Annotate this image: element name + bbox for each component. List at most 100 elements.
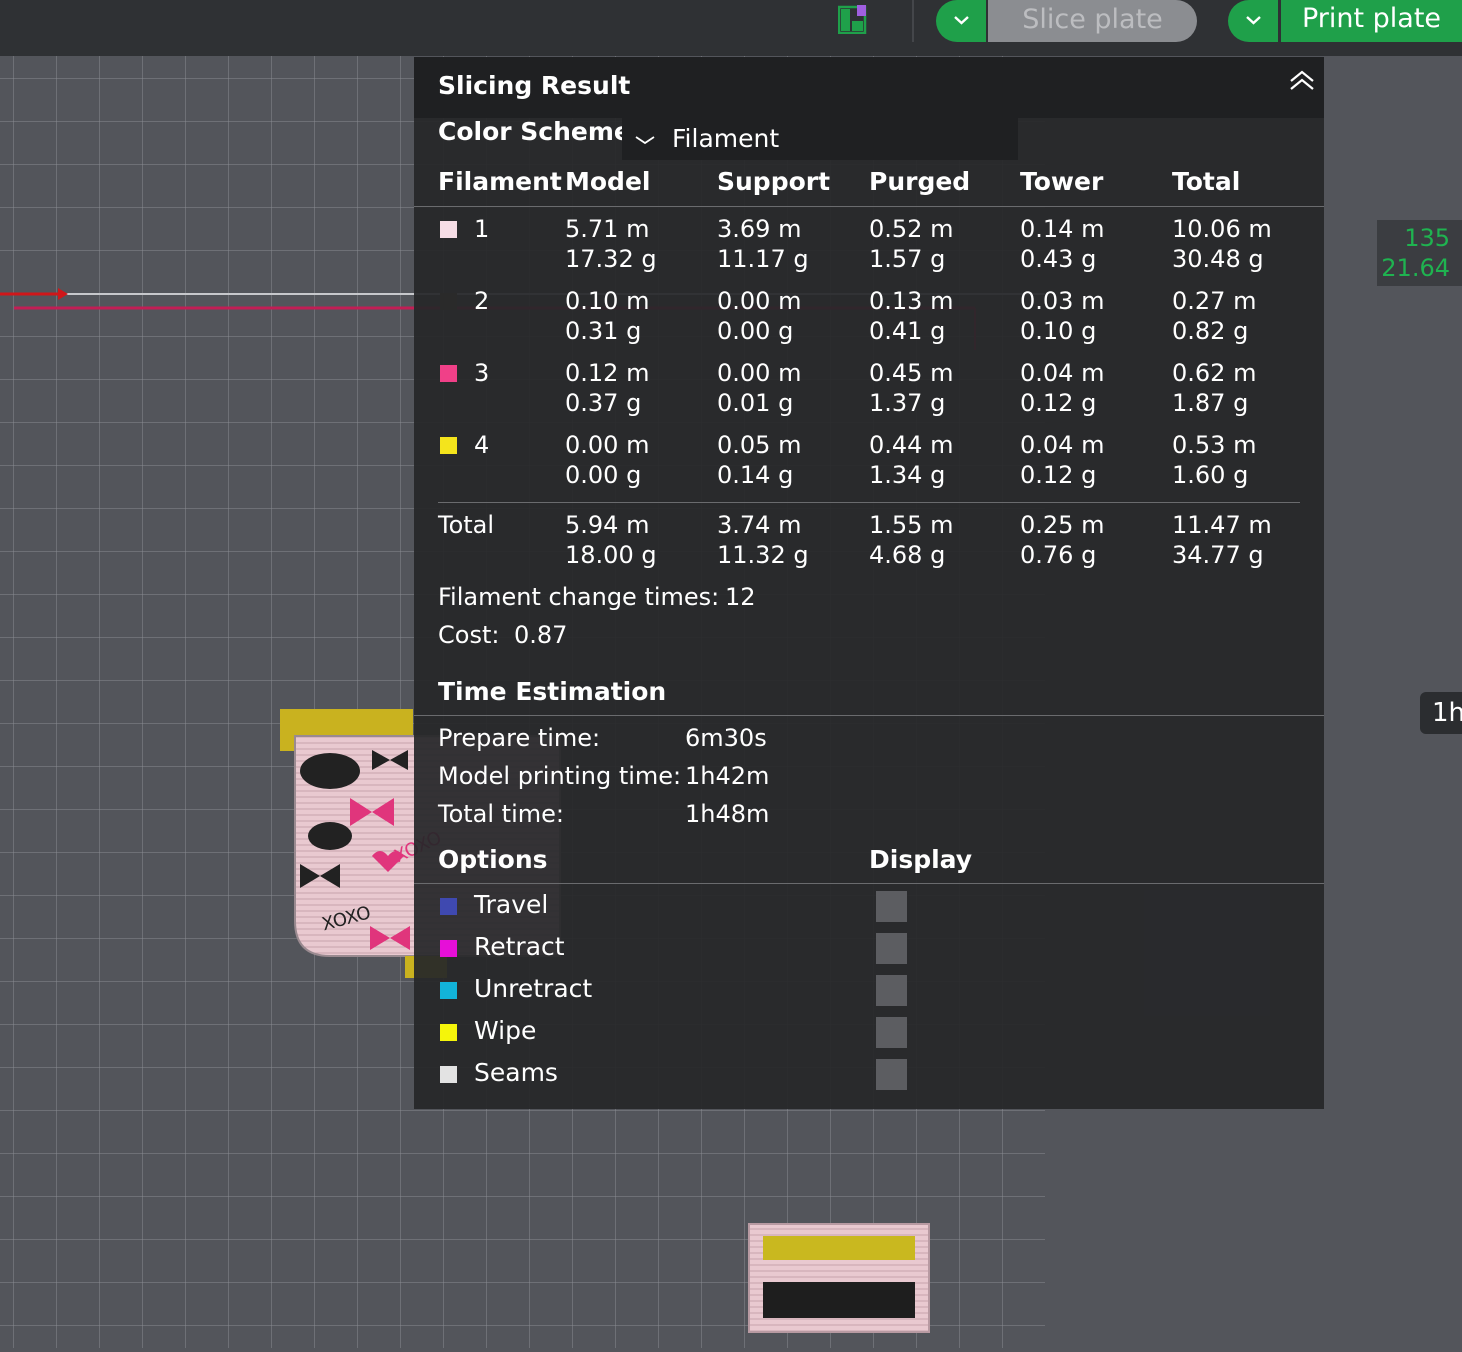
wipe-display-checkbox[interactable] [876, 1017, 907, 1048]
purged-length: 0.52 m [869, 215, 954, 243]
time-divider [414, 715, 1324, 716]
purged-length: 0.13 m [869, 287, 954, 315]
coord-line-2: 21.64 [1381, 254, 1450, 282]
total-length: 0.53 m [1172, 431, 1257, 459]
total-time-value: 1h48m [685, 800, 770, 828]
option-label: Seams [474, 1058, 558, 1087]
model-time-value: 1h42m [685, 762, 770, 790]
cost-value: 0.87 [514, 621, 568, 649]
option-label: Wipe [474, 1016, 537, 1045]
purged-weight: 1.34 g [869, 461, 946, 489]
filament-id: 2 [474, 287, 490, 315]
filament-color-swatch [440, 293, 457, 310]
option-label: Retract [474, 932, 565, 961]
model-weight: 0.37 g [565, 389, 642, 417]
filament-color-swatch [440, 365, 457, 382]
layout-icon[interactable] [838, 4, 868, 34]
model-weight: 0.00 g [565, 461, 642, 489]
col-header-filament: Filament [438, 167, 562, 196]
total-weight: 34.77 g [1172, 541, 1264, 569]
model-weight: 0.31 g [565, 317, 642, 345]
cost-label: Cost: [438, 621, 500, 649]
slice-dropdown-button[interactable] [936, 0, 986, 42]
tower-weight: 0.43 g [1020, 245, 1097, 273]
tower-weight: 0.12 g [1020, 389, 1097, 417]
travel-color-swatch [440, 898, 457, 915]
top-toolbar: Slice plate Print plate [0, 0, 1462, 56]
purged-weight: 1.37 g [869, 389, 946, 417]
filament-id: 1 [474, 215, 490, 243]
chevron-down-icon [635, 136, 655, 145]
tower-length: 0.25 m [1020, 511, 1105, 539]
total-weight: 30.48 g [1172, 245, 1264, 273]
support-length: 0.05 m [717, 431, 802, 459]
chevron-down-icon [954, 16, 969, 25]
support-weight: 0.14 g [717, 461, 794, 489]
total-length: 10.06 m [1172, 215, 1272, 243]
option-label: Travel [474, 890, 549, 919]
support-weight: 11.17 g [717, 245, 809, 273]
time-estimation-title: Time Estimation [438, 677, 667, 706]
filament-id: 3 [474, 359, 490, 387]
purged-length: 0.45 m [869, 359, 954, 387]
filament-change-value: 12 [725, 583, 756, 611]
support-length: 3.74 m [717, 511, 802, 539]
support-length: 3.69 m [717, 215, 802, 243]
purged-length: 1.55 m [869, 511, 954, 539]
travel-display-checkbox[interactable] [876, 891, 907, 922]
model-length: 5.71 m [565, 215, 650, 243]
model-weight: 17.32 g [565, 245, 657, 273]
printed-object-small[interactable] [748, 1223, 930, 1333]
total-weight: 1.87 g [1172, 389, 1249, 417]
purged-weight: 0.41 g [869, 317, 946, 345]
model-length: 5.94 m [565, 511, 650, 539]
total-length: 11.47 m [1172, 511, 1272, 539]
tower-length: 0.03 m [1020, 287, 1105, 315]
filament-color-swatch [440, 221, 457, 238]
tower-weight: 0.10 g [1020, 317, 1097, 345]
collapse-icon[interactable] [1288, 69, 1316, 93]
tower-weight: 0.12 g [1020, 461, 1097, 489]
filament-id: 4 [474, 431, 490, 459]
totals-label: Total [438, 511, 495, 539]
retract-display-checkbox[interactable] [876, 933, 907, 964]
seams-color-swatch [440, 1066, 457, 1083]
purged-weight: 1.57 g [869, 245, 946, 273]
seams-display-checkbox[interactable] [876, 1059, 907, 1090]
model-length: 0.00 m [565, 431, 650, 459]
support-weight: 0.01 g [717, 389, 794, 417]
options-title: Options [438, 845, 548, 874]
model-length: 0.10 m [565, 287, 650, 315]
total-length: 0.27 m [1172, 287, 1257, 315]
col-header-tower: Tower [1020, 167, 1104, 196]
unretract-display-checkbox[interactable] [876, 975, 907, 1006]
panel-title: Slicing Result [438, 71, 631, 100]
options-divider [414, 883, 1324, 884]
col-header-purged: Purged [869, 167, 971, 196]
panel-header: Slicing Result [414, 57, 1324, 118]
retract-color-swatch [440, 940, 457, 957]
unretract-color-swatch [440, 982, 457, 999]
support-length: 0.00 m [717, 359, 802, 387]
purged-length: 0.44 m [869, 431, 954, 459]
layer-time-tag: 1h [1420, 692, 1462, 734]
col-header-model: Model [565, 167, 651, 196]
print-plate-button[interactable]: Print plate [1281, 0, 1462, 42]
col-header-support: Support [717, 167, 831, 196]
chevron-down-icon [1246, 16, 1261, 25]
color-scheme-value: Filament [672, 124, 780, 153]
slice-plate-button[interactable]: Slice plate [988, 0, 1197, 42]
toolbar-divider [912, 0, 914, 42]
support-weight: 11.32 g [717, 541, 809, 569]
tower-length: 0.04 m [1020, 431, 1105, 459]
totals-divider [438, 502, 1300, 503]
prepare-time-value: 6m30s [685, 724, 767, 752]
total-weight: 1.60 g [1172, 461, 1249, 489]
prepare-time-label: Prepare time: [438, 724, 601, 752]
color-scheme-select[interactable]: Filament [622, 118, 1018, 160]
model-weight: 18.00 g [565, 541, 657, 569]
total-weight: 0.82 g [1172, 317, 1249, 345]
print-dropdown-button[interactable] [1228, 0, 1278, 42]
display-title: Display [869, 845, 973, 874]
slicing-result-panel: Slicing Result Color Scheme Filament Fil… [414, 57, 1324, 1109]
